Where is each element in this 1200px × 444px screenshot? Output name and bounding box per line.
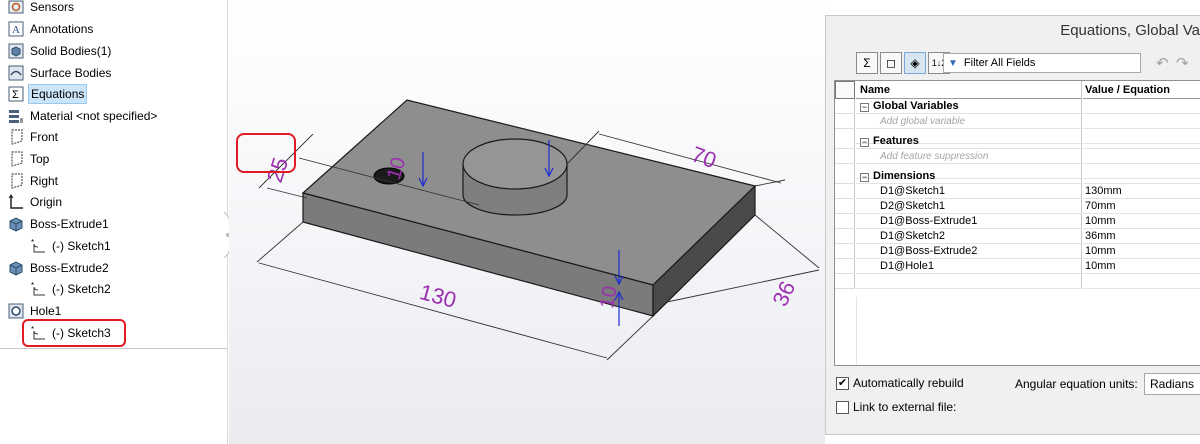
sigma-icon: Σ xyxy=(8,86,24,102)
graphics-viewport[interactable]: 10 25 130 70 10 36 xyxy=(229,0,825,444)
automatically-rebuild-option[interactable]: ✔ Automatically rebuild xyxy=(836,376,964,390)
table-row[interactable]: D1@Sketch2 36mm xyxy=(835,229,1200,244)
dimension-name: D2@Sketch1 xyxy=(856,199,1082,214)
equation-view-button[interactable]: Σ xyxy=(856,52,878,74)
table-row[interactable]: D1@Boss-Extrude2 10mm xyxy=(835,244,1200,259)
dimension-value[interactable]: 10mm xyxy=(1083,259,1200,274)
dimension-name: D1@Boss-Extrude1 xyxy=(856,214,1082,229)
equations-table: Name Value / Equation − Global Variables … xyxy=(834,80,1200,366)
link-external-file-option[interactable]: Link to external file: xyxy=(836,400,956,414)
tree-item-sketch2[interactable]: * (-) Sketch2 xyxy=(30,279,113,299)
dim-thickness[interactable]: 10 xyxy=(596,284,622,310)
part-model[interactable] xyxy=(301,99,757,318)
collapse-icon[interactable]: − xyxy=(860,103,869,112)
dim-boss-offset[interactable]: 36 xyxy=(767,277,800,310)
column-header-value[interactable]: Value / Equation xyxy=(1083,81,1200,99)
tree-item-origin[interactable]: Origin xyxy=(8,192,64,212)
sketch-icon: * xyxy=(30,238,46,254)
collapse-icon[interactable]: − xyxy=(860,138,869,147)
svg-text:A: A xyxy=(12,24,20,36)
annotation-icon: A xyxy=(8,21,24,37)
dimension-value[interactable]: 70mm xyxy=(1083,199,1200,214)
table-header: Name Value / Equation xyxy=(835,81,1200,99)
tree-item-boss-extrude1[interactable]: Boss-Extrude1 xyxy=(8,214,111,234)
svg-text:Σ: Σ xyxy=(12,89,19,101)
dimension-name: D1@Sketch1 xyxy=(856,184,1082,199)
filter-all-fields-input[interactable]: ▼ Filter All Fields xyxy=(943,53,1141,73)
tree-item-sensors[interactable]: Sensors xyxy=(8,0,76,17)
sketch-equation-view-button[interactable]: ◻ xyxy=(880,52,902,74)
dimension-view-button[interactable]: ◈ xyxy=(904,52,926,74)
redo-icon[interactable]: ↷ xyxy=(1176,54,1189,72)
plane-icon xyxy=(8,173,24,189)
tree-item-boss-extrude2[interactable]: Boss-Extrude2 xyxy=(8,258,111,278)
tree-item-equations[interactable]: Σ Equations xyxy=(8,84,88,104)
collapse-icon[interactable]: − xyxy=(860,173,869,182)
column-header-name[interactable]: Name xyxy=(856,81,1082,99)
tree-item-right-plane[interactable]: Right xyxy=(8,171,60,191)
tree-item-front-plane[interactable]: Front xyxy=(8,127,60,147)
automatically-rebuild-checkbox[interactable]: ✔ xyxy=(836,376,849,390)
tree-divider xyxy=(0,348,228,349)
dimension-name: D1@Boss-Extrude2 xyxy=(856,244,1082,259)
equations-toolbar: Σ ◻ ◈ 1↓2 xyxy=(856,51,952,75)
add-feature-suppression-row[interactable]: Add feature suppression xyxy=(835,149,1200,164)
plane-icon xyxy=(8,129,24,145)
solid-body-icon xyxy=(8,43,24,59)
tree-item-surface-bodies[interactable]: Surface Bodies xyxy=(8,63,113,83)
table-row[interactable]: D1@Boss-Extrude1 10mm xyxy=(835,214,1200,229)
undo-icon[interactable]: ↶ xyxy=(1156,54,1169,72)
extrude-icon xyxy=(8,260,24,276)
extrude-icon xyxy=(8,216,24,232)
section-dimensions[interactable]: − Dimensions xyxy=(835,169,1200,184)
plane-icon xyxy=(8,151,24,167)
dimension-value[interactable]: 36mm xyxy=(1083,229,1200,244)
sketch-icon: * xyxy=(30,281,46,297)
sigma-icon: Σ xyxy=(863,56,871,70)
dimension-view-icon: ◈ xyxy=(910,56,920,70)
material-icon xyxy=(8,108,24,124)
feature-manager-tree: Sensors A Annotations Solid Bodies(1) Su… xyxy=(0,0,228,444)
equations-dialog: Equations, Global Va Σ ◻ ◈ 1↓2 ▼ Filter … xyxy=(825,15,1200,435)
dialog-title: Equations, Global Va xyxy=(1060,22,1200,39)
tree-item-annotations[interactable]: A Annotations xyxy=(8,19,95,39)
tree-item-solid-bodies[interactable]: Solid Bodies(1) xyxy=(8,41,113,61)
svg-text:*: * xyxy=(31,281,34,290)
filter-icon: ▼ xyxy=(948,57,958,69)
grid-column-line xyxy=(856,297,857,365)
table-row[interactable]: D1@Sketch1 130mm xyxy=(835,184,1200,199)
origin-icon xyxy=(8,194,24,210)
dim-width[interactable]: 70 xyxy=(688,141,720,173)
sketch-view-icon: ◻ xyxy=(886,56,896,70)
table-empty-row[interactable] xyxy=(835,274,1200,289)
dimension-value[interactable]: 10mm xyxy=(1083,244,1200,259)
row-header-corner[interactable] xyxy=(835,81,855,99)
angular-units-select[interactable]: Radians ⌄ xyxy=(1144,373,1200,395)
dimension-value[interactable]: 10mm xyxy=(1083,214,1200,229)
table-row[interactable]: D1@Hole1 10mm xyxy=(835,259,1200,274)
surface-body-icon xyxy=(8,65,24,81)
tree-item-top-plane[interactable]: Top xyxy=(8,149,51,169)
tree-item-sketch1[interactable]: * (-) Sketch1 xyxy=(30,236,113,256)
angular-units-label: Angular equation units: xyxy=(1015,377,1138,391)
table-row[interactable]: D2@Sketch1 70mm xyxy=(835,199,1200,214)
section-features[interactable]: − Features xyxy=(835,134,1200,149)
hole-icon xyxy=(8,303,24,319)
svg-text:*: * xyxy=(31,238,34,247)
add-global-variable-row[interactable]: Add global variable xyxy=(835,114,1200,129)
sensor-icon xyxy=(8,0,24,15)
dimension-name: D1@Sketch2 xyxy=(856,229,1082,244)
dimension-value[interactable]: 130mm xyxy=(1083,184,1200,199)
link-external-file-checkbox[interactable] xyxy=(836,400,849,414)
tree-item-hole1[interactable]: Hole1 xyxy=(8,301,63,321)
tree-item-material[interactable]: Material <not specified> xyxy=(8,106,159,126)
section-global-variables[interactable]: − Global Variables xyxy=(835,99,1200,114)
dimension-name: D1@Hole1 xyxy=(856,259,1082,274)
highlight-box-sketch3 xyxy=(22,319,126,347)
